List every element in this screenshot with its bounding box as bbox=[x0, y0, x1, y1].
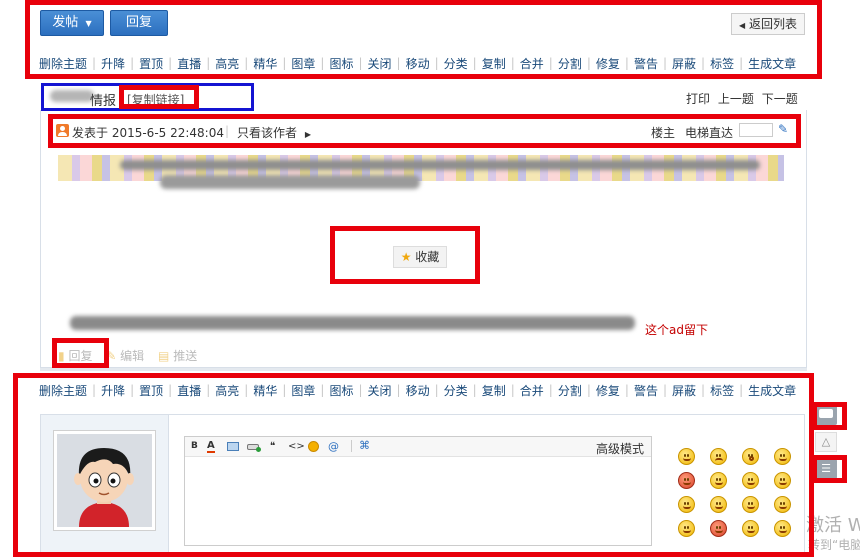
next-thread-link[interactable]: 下一题 bbox=[762, 92, 798, 106]
print-link[interactable]: 打印 bbox=[686, 92, 710, 106]
annotation-box-float-reply bbox=[812, 402, 847, 430]
push-action[interactable]: ▤ 推送 bbox=[158, 349, 197, 363]
activation-watermark-line1: 激活 W bbox=[806, 515, 860, 536]
banner-overlay-blur-2 bbox=[160, 175, 420, 189]
annotation-box-bottom-area bbox=[13, 373, 814, 557]
annotation-box-reply-action bbox=[52, 338, 109, 368]
push-icon: ▤ bbox=[158, 349, 170, 363]
thread-nav: 打印 上一题 下一题 bbox=[686, 90, 798, 107]
ad-note: 这个ad留下 bbox=[645, 323, 708, 337]
banner-overlay-blur bbox=[120, 160, 760, 170]
push-action-label: 推送 bbox=[173, 349, 198, 363]
edit-action-label: 编辑 bbox=[120, 349, 145, 363]
annotation-box-post-meta bbox=[48, 114, 801, 148]
annotation-box-top-toolbar bbox=[25, 0, 822, 79]
annotation-box-float-list bbox=[812, 455, 847, 483]
activation-watermark-line2: 转到“电脑 bbox=[808, 538, 860, 552]
blurred-ad-text bbox=[70, 316, 635, 330]
post-divider bbox=[40, 368, 807, 371]
back-to-top-icon[interactable]: △ bbox=[815, 432, 837, 452]
annotation-box-copy-link bbox=[119, 85, 199, 109]
prev-thread-link[interactable]: 上一题 bbox=[718, 92, 754, 106]
edit-action[interactable]: ✎ 编辑 bbox=[106, 349, 148, 363]
annotation-box-favorite bbox=[330, 226, 480, 284]
